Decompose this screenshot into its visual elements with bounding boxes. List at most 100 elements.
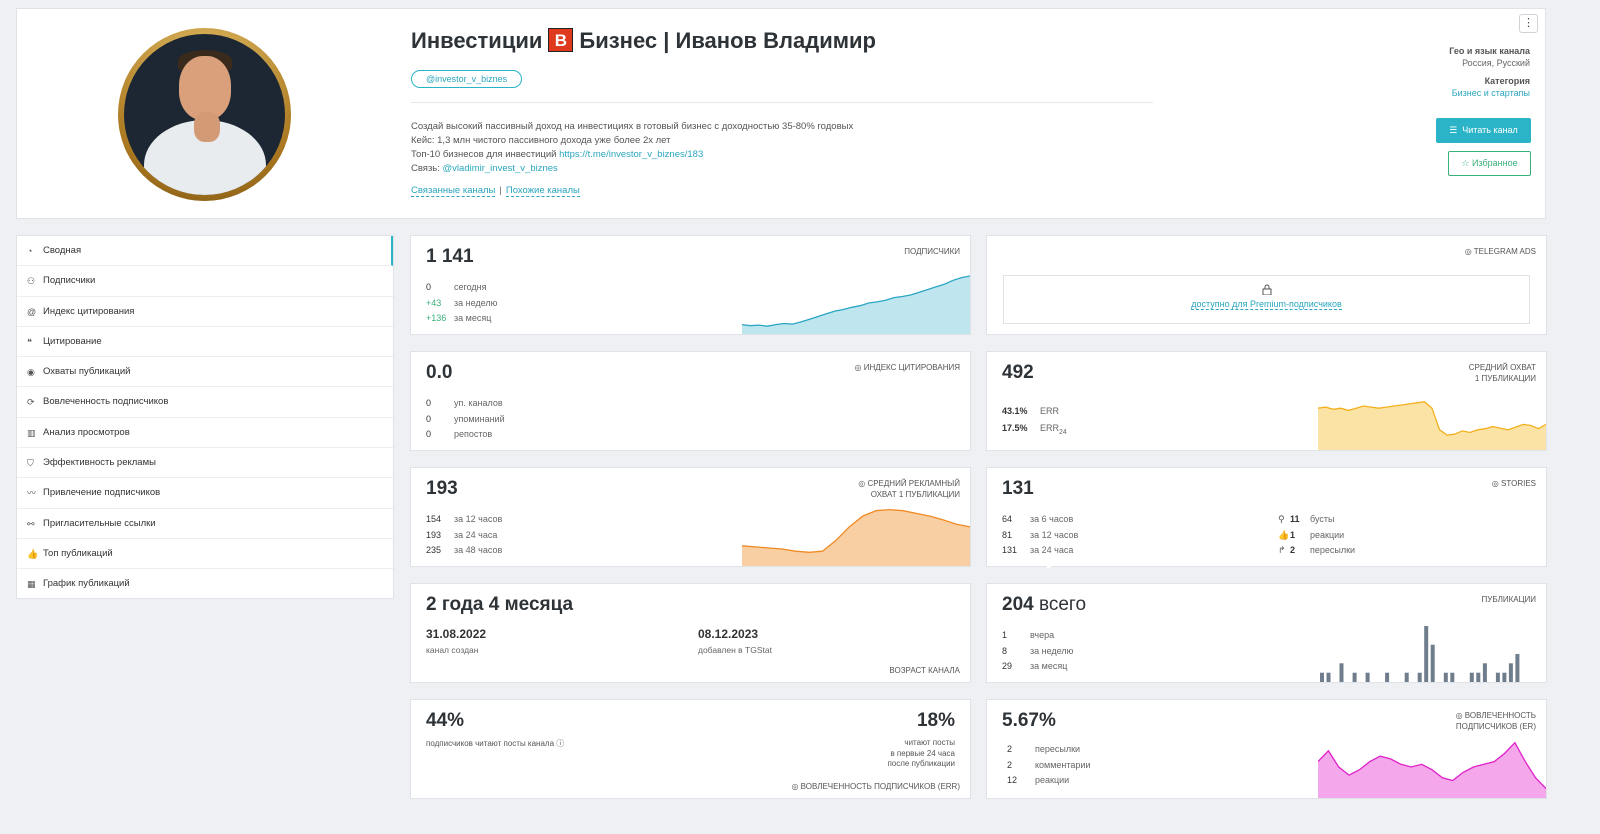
- sidebar-item[interactable]: 〰 Привлечение подписчиков: [17, 478, 393, 509]
- sidebar-item[interactable]: ⛉ Эффективность рекламы: [17, 448, 393, 479]
- geo-label: Гео и язык канала: [1449, 46, 1530, 56]
- sidebar-item-label: Индекс цитирования: [43, 305, 135, 317]
- stories-value: 131: [1002, 478, 1034, 499]
- er-card[interactable]: 5.67% ◎ ВОВЛЕЧЕННОСТЬ ПОДПИСЧИКОВ (ER) 2 п…: [986, 699, 1547, 799]
- subscribers-card[interactable]: 1 141 ПОДПИСЧИКИ 0 сегодня +43 за неделю +13…: [410, 235, 971, 335]
- related-channels-link[interactable]: Связанные каналы: [411, 185, 496, 197]
- geo-block: Гео и язык канала Россия, Русский Катего…: [1449, 46, 1530, 98]
- sidebar-item[interactable]: ⚇ Подписчики: [17, 266, 393, 297]
- sidebar-item[interactable]: @ Индекс цитирования: [17, 297, 393, 327]
- info-icon: ◎: [1464, 247, 1472, 256]
- stat-number: 64: [1002, 514, 1013, 524]
- stat-row: 193 за 24 часа: [426, 528, 502, 544]
- sidebar-item-label: Охваты публикаций: [43, 366, 131, 378]
- more-menu-icon[interactable]: ⋮: [1519, 14, 1538, 33]
- ad-reach-card[interactable]: 193 ◎ СРЕДНИЙ РЕКЛАМНЫЙ ОХВАТ 1 ПУБЛИКАЦИ…: [410, 467, 971, 567]
- publication-bar: [1424, 626, 1429, 682]
- info-icon: ◎: [1455, 711, 1463, 720]
- sidebar-item[interactable]: ◔ Сводная: [17, 236, 393, 267]
- publication-bar: [1502, 672, 1507, 682]
- stat-row: 81 за 12 часов: [1002, 528, 1078, 544]
- sidebar-item-label: Эффективность рекламы: [43, 457, 156, 469]
- publication-bar: [1417, 672, 1422, 682]
- publication-bar: [1352, 672, 1357, 682]
- publication-bar: [1515, 654, 1520, 682]
- citation-label: ◎ ИНДЕКС ЦИТИРОВАНИЯ: [854, 363, 960, 372]
- avg-reach-value: 492: [1002, 362, 1034, 383]
- err-right-desc: читают посты в первые 24 часа после публик…: [887, 738, 955, 768]
- sidebar-item-label: Сводная: [43, 245, 82, 256]
- publication-bar: [1320, 672, 1324, 682]
- channel-age-value: 2 года 4 месяца: [426, 594, 574, 615]
- publications-card[interactable]: 204 всего ПУБЛИКАЦИИ 1 вчера 8 за неделю 29 з…: [986, 583, 1547, 683]
- stat-row: 64 за 6 часов: [1002, 512, 1078, 528]
- users-icon: ⚇: [27, 276, 36, 287]
- citation-index-value: 0.0: [426, 362, 453, 383]
- category-link[interactable]: Бизнес и стартапы: [1449, 88, 1530, 98]
- subscribers-count: 1 141: [426, 246, 474, 267]
- channel-title: Инвестиции B Бизнес | Иванов Владимир: [411, 28, 876, 53]
- publications-label: ПУБЛИКАЦИИ: [1481, 595, 1537, 604]
- sidebar-item[interactable]: ▦ График публикаций: [17, 569, 393, 599]
- stat-row: 0 уп. каналов: [426, 396, 505, 412]
- stat-number: 1: [1002, 630, 1008, 640]
- stat-number: 193: [426, 529, 442, 540]
- publication-bar: [1476, 672, 1481, 682]
- stat-text: за неделю: [1030, 645, 1074, 656]
- stat-number: 12: [1007, 775, 1018, 785]
- stat-number: 131: [1002, 545, 1018, 555]
- stat-text: за 12 часов: [454, 514, 503, 524]
- err-label: ERR: [1040, 406, 1060, 416]
- stat-number: 235: [426, 545, 442, 555]
- list-icon: ☰: [1449, 125, 1458, 135]
- stat-text: упоминаний: [454, 413, 505, 424]
- publication-bar: [1339, 663, 1344, 682]
- stat-number: +43: [426, 297, 442, 308]
- telegram-ads-card: ◎ TELEGRAM ADS доступно для Premium-подп…: [986, 235, 1547, 335]
- sidebar-item[interactable]: ❝ Цитирование: [17, 327, 393, 358]
- channel-age-card: 2 года 4 месяца 31.08.2022 канал создан …: [410, 583, 971, 683]
- bar-chart-icon: ▥: [27, 427, 36, 438]
- sidebar-item[interactable]: ⟳ Вовлеченность подписчиков: [17, 387, 393, 418]
- publication-bar: [1365, 672, 1370, 682]
- trend-icon: 〰: [27, 488, 37, 499]
- sidebar-item[interactable]: 👍 Топ публикаций: [17, 539, 393, 570]
- stat-text: пересылки: [1035, 744, 1081, 754]
- er-sparkline: [1318, 741, 1546, 798]
- ad-reach-label: ◎ СРЕДНИЙ РЕКЛАМНЫЙ ОХВАТ 1 ПУБЛИКАЦИИ: [858, 479, 960, 499]
- at-icon: @: [27, 306, 37, 317]
- premium-lock-box[interactable]: доступно для Premium-подписчиков: [1003, 275, 1530, 324]
- err-left-value: 44%: [426, 710, 465, 731]
- channel-handle[interactable]: @investor_v_biznes: [411, 70, 523, 88]
- publication-bar: [1450, 672, 1455, 682]
- description-link[interactable]: https://t.me/investor_v_biznes/183: [559, 149, 703, 160]
- sidebar-item-label: Вовлеченность подписчиков: [43, 396, 169, 408]
- read-channel-button[interactable]: ☰ Читать канал: [1436, 118, 1531, 143]
- premium-link: доступно для Premium-подписчиков: [1191, 299, 1342, 310]
- stat-row: 0 сегодня: [426, 280, 497, 296]
- stat-text: уп. каналов: [454, 398, 503, 408]
- stat-text: за месяц: [1030, 661, 1068, 671]
- sidebar-item[interactable]: ▥ Анализ просмотров: [17, 418, 393, 449]
- channel-age-label: ВОЗРАСТ КАНАЛА: [889, 666, 960, 675]
- stat-text: комментарии: [1035, 759, 1091, 770]
- subscribers-label: ПОДПИСЧИКИ: [904, 247, 960, 256]
- sidebar-item[interactable]: ◉ Охваты публикаций: [17, 357, 393, 388]
- err-right-value: 18%: [916, 710, 955, 731]
- calendar-icon: ▦: [27, 579, 36, 590]
- similar-channels-link[interactable]: Похожие каналы: [505, 185, 580, 197]
- favorite-button[interactable]: ☆ Избранное: [1448, 151, 1531, 176]
- channel-description: Создай высокий пассивный доход на инвест…: [411, 121, 854, 174]
- err-left-desc: подписчиков читают посты канала ⓘ: [426, 739, 565, 748]
- stat-row: 2 комментарии: [1007, 758, 1090, 774]
- created-label: канал создан: [426, 645, 479, 655]
- err-card[interactable]: 44% подписчиков читают посты канала ⓘ 18…: [410, 699, 971, 799]
- added-date: 08.12.2023: [698, 627, 759, 641]
- sidebar-item[interactable]: ⚯ Пригласительные ссылки: [17, 509, 393, 539]
- stat-row: 12 реакции: [1007, 773, 1090, 789]
- header-divider: [411, 102, 1153, 103]
- stories-card[interactable]: 131 ◎ STORIES 64 за 6 часов 81 за 12 часов 1…: [986, 467, 1547, 567]
- contact-link[interactable]: @vladimir_invest_v_biznes: [443, 163, 558, 174]
- reach-card[interactable]: 492 СРЕДНИЙ ОХВАТ 1 ПУБЛИКАЦИИ 43.1% ERR 1…: [986, 351, 1547, 451]
- citation-card[interactable]: 0.0 ◎ ИНДЕКС ЦИТИРОВАНИЯ 0 уп. каналов 0 уп…: [410, 351, 971, 451]
